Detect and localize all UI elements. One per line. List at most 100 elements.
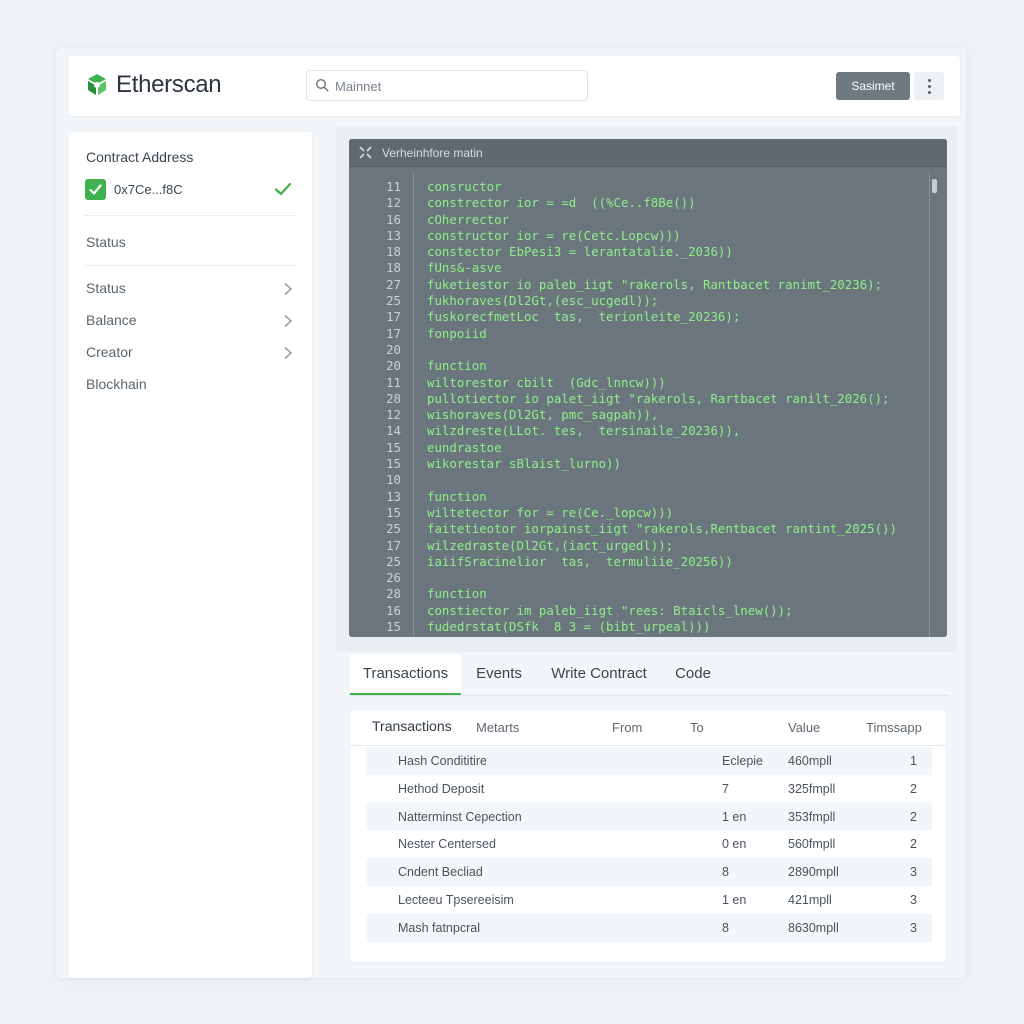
tx-timestamp-cell: 2 <box>910 809 917 824</box>
line-number: 15 <box>386 456 401 472</box>
tx-hash-cell: Cndent Becliad <box>398 865 483 880</box>
more-options-icon[interactable] <box>914 72 944 100</box>
line-number: 16 <box>386 602 401 618</box>
tx-timestamp-cell: 2 <box>910 837 917 852</box>
tx-timestamp-cell: 3 <box>910 920 917 935</box>
code-line: 28 pullotiector io palet_iigt "rakerols, … <box>349 391 929 407</box>
search-input[interactable] <box>335 76 575 96</box>
line-number: 14 <box>386 423 401 439</box>
tx-value-cell: 560fmpll <box>788 837 836 852</box>
chevron-right-icon <box>284 282 293 296</box>
table-row[interactable]: Natterminst Cepection 1 en 353fmpll 2 <box>366 802 932 831</box>
tx-from-cell: 7 <box>722 781 729 796</box>
code-line: 15 wiltetector for = re(Ce._lopcw))) <box>349 505 929 521</box>
sidebar-item-creator[interactable]: Creator <box>68 338 312 368</box>
table-row[interactable]: Hethod Deposit 7 325fmpll 2 <box>366 774 932 803</box>
code-editor-titlebar: Verheinhfore matin <box>349 139 947 167</box>
table-row[interactable]: Lecteeu Tpsereeisim 1 en 421mpll 3 <box>366 885 932 914</box>
chevron-right-icon <box>284 346 293 360</box>
code-text: fuketiestor io paleb_iigt "rakerols, Ran… <box>427 276 883 292</box>
table-title: Transactions <box>372 718 452 734</box>
table-row[interactable]: Cndent Becliad 8 2890mpll 3 <box>366 858 932 886</box>
checkmark-icon <box>89 184 102 195</box>
tx-hash-cell: Natterminst Cepection <box>398 809 522 824</box>
line-number: 13 <box>386 488 401 504</box>
search-box[interactable] <box>306 70 588 101</box>
line-number: 25 <box>386 521 401 537</box>
code-lines[interactable]: 11 consructor 12 constrector ior = =d ((%Ce… <box>349 179 929 635</box>
contract-tabs: Transactions Events Write Contract Code <box>350 654 948 696</box>
code-line: 17 fonpoiid <box>349 326 929 342</box>
code-line: 20 function <box>349 358 929 374</box>
brand-name[interactable]: Etherscan <box>116 71 222 99</box>
line-number: 12 <box>386 407 401 423</box>
sidebar-item-label: Blockhain <box>86 376 147 392</box>
code-line: 28 function <box>349 586 929 602</box>
table-row[interactable]: Nester Centersed 0 en 560fmpll 2 <box>366 830 932 859</box>
column-header-method[interactable]: Metarts <box>476 720 519 735</box>
code-text: pullotiector io palet_iigt "rakerols, Ra… <box>427 390 890 406</box>
tx-value-cell: 2890mpll <box>788 865 839 880</box>
contract-address-value[interactable]: 0x7Ce...f8C <box>114 182 183 197</box>
status-label: Status <box>86 234 126 250</box>
code-text: fonpoiid <box>427 325 487 341</box>
line-number: 17 <box>386 537 401 553</box>
sidebar-item-status[interactable]: Status <box>68 274 312 304</box>
etherscan-logo-icon[interactable] <box>84 72 110 98</box>
code-text: faitetieotor iorpainst_iigt "rakerols,Re… <box>427 521 897 537</box>
column-header-timestamp[interactable]: Timssapp <box>866 720 922 735</box>
code-line: 17 wilzedraste(Dl2Gt,(iact_urgedl)); <box>349 538 929 554</box>
code-text: wilzedraste(Dl2Gt,(iact_urgedl)); <box>427 537 674 553</box>
verified-checkbox[interactable] <box>85 179 106 200</box>
tx-hash-cell: Hash Condititire <box>398 754 487 768</box>
code-line: 10 <box>349 472 929 488</box>
table-row[interactable]: Mash fatnpcral 8 8630mpll 3 <box>366 913 932 942</box>
table-row[interactable]: Hash Condititire Eclepie 460mpll 1 <box>366 747 932 775</box>
network-select-button[interactable]: Sasimet <box>836 72 910 100</box>
code-line: 20 <box>349 342 929 358</box>
tab-events[interactable]: Events <box>466 654 532 695</box>
tx-value-cell: 325fmpll <box>788 781 836 796</box>
line-number: 11 <box>386 374 401 390</box>
tx-from-cell: 8 <box>722 920 729 935</box>
code-line: 11 wiltorestor cbilt (Gdc_lnncw))) <box>349 375 929 391</box>
tab-transactions[interactable]: Transactions <box>350 654 461 695</box>
sidebar: Contract Address 0x7Ce...f8C Status Stat… <box>68 132 312 978</box>
tx-from-cell: 0 en <box>722 837 747 852</box>
column-header-from[interactable]: From <box>612 720 642 735</box>
line-number: 13 <box>386 227 401 243</box>
code-editor-title: Verheinhfore matin <box>382 146 483 160</box>
line-number: 25 <box>386 293 401 309</box>
line-number: 27 <box>386 276 401 292</box>
code-text: fukhoraves(Dl2Gt,(esc_ucgedl)); <box>427 293 659 309</box>
code-text: wiltetector for = re(Ce._lopcw))) <box>427 504 674 520</box>
code-editor[interactable]: Verheinhfore matin 11 consructor 12 constre… <box>349 139 947 637</box>
tab-write-contract[interactable]: Write Contract <box>542 654 656 695</box>
scrollbar-track[interactable] <box>929 173 930 637</box>
tab-code[interactable]: Code <box>666 654 720 695</box>
code-text: constructor ior = re(Cetc.Lopcw))) <box>427 227 681 243</box>
tx-timestamp-cell: 1 <box>910 754 917 768</box>
sidebar-item-balance[interactable]: Balance <box>68 306 312 336</box>
line-number: 15 <box>386 504 401 520</box>
code-line: 25 iaiifSracinelior tas, termuliie_20256)… <box>349 554 929 570</box>
code-line: 15 fudedrstat(DSfk 8 3 = (bibt_urpeal))) <box>349 619 929 635</box>
tx-value-cell: 353fmpll <box>788 809 836 824</box>
column-header-value[interactable]: Value <box>788 720 820 735</box>
line-number: 11 <box>386 179 401 194</box>
code-text: wiltorestor cbilt (Gdc_lnncw))) <box>427 374 666 390</box>
code-text: constector EbPesi3 = lerantatalie._2036)… <box>427 244 733 260</box>
transactions-table: Transactions Metarts From To Value Timss… <box>350 710 946 962</box>
code-text: wikorestar sBlaist_lurno)) <box>427 456 621 472</box>
line-number: 17 <box>386 309 401 325</box>
code-line: 16 constiector im paleb_iigt "rees: Btaic… <box>349 603 929 619</box>
code-text: function <box>427 488 487 504</box>
expand-icon[interactable] <box>359 146 372 159</box>
code-text: fuskorecfmetLoc tas, terionleite_20236); <box>427 309 741 325</box>
scrollbar-thumb[interactable] <box>932 179 937 193</box>
tx-value-cell: 8630mpll <box>788 920 839 935</box>
sidebar-item-blockchain[interactable]: Blockhain <box>68 370 312 400</box>
code-text: fudedrstat(DSfk 8 3 = (bibt_urpeal))) <box>427 619 711 635</box>
column-header-to[interactable]: To <box>690 720 704 735</box>
code-text: wilzdreste(LLot. tes, tersinaile_20236))… <box>427 423 741 439</box>
